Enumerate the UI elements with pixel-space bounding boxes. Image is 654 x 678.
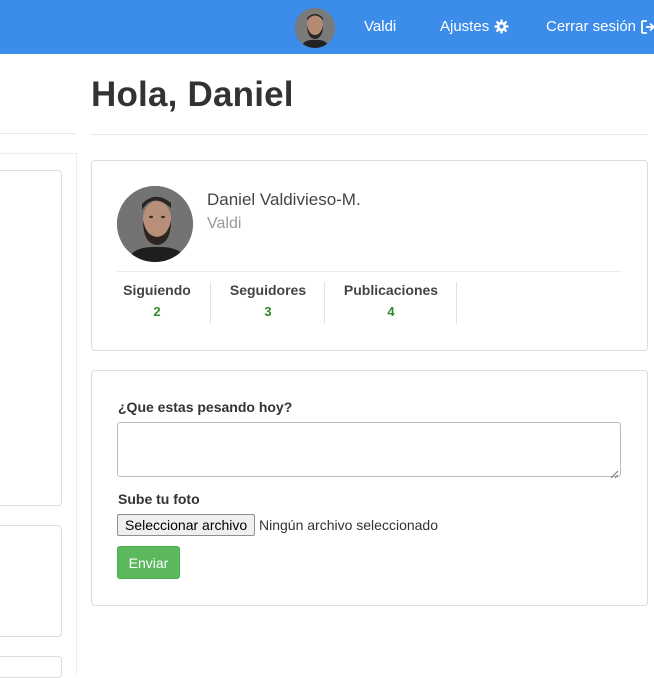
stat-value: 3: [264, 304, 272, 319]
file-status-text: Ningún archivo seleccionado: [259, 517, 438, 533]
left-sidebar-card: [0, 525, 62, 637]
stat-label: Seguidores: [229, 282, 307, 298]
nav-avatar[interactable]: [295, 8, 335, 48]
nav-logout-label: Cerrar sesión: [546, 18, 637, 35]
choose-file-button[interactable]: Seleccionar archivo: [117, 514, 256, 536]
stat-following[interactable]: Siguiendo 2: [117, 282, 197, 324]
stat-label: Siguiendo: [123, 282, 191, 298]
gear-icon: [494, 19, 509, 34]
stat-value: 4: [387, 304, 395, 319]
nav-logout-link[interactable]: Cerrar sesión: [546, 18, 654, 35]
profile-full-name: Daniel Valdivieso-M.: [207, 190, 361, 209]
stat-divider: [324, 282, 325, 324]
sign-out-icon: [641, 19, 654, 34]
title-divider: [91, 134, 647, 135]
stat-divider: [210, 282, 211, 324]
left-column-divider: [0, 133, 76, 134]
post-textarea[interactable]: [117, 422, 621, 477]
top-navbar: Valdi Ajustes Cerrar sesión: [0, 0, 654, 54]
nav-settings-link[interactable]: Ajustes: [440, 18, 509, 35]
page-title: Hola, Daniel: [91, 75, 294, 114]
post-question-label: ¿Que estas pesando hoy?: [118, 399, 293, 415]
profile-avatar[interactable]: [117, 186, 193, 262]
photo-upload-label: Sube tu foto: [118, 491, 200, 507]
left-sidebar-card: [0, 170, 62, 506]
stat-posts[interactable]: Publicaciones 4: [327, 282, 455, 324]
nav-username: Valdi: [364, 18, 397, 35]
submit-button[interactable]: Enviar: [117, 546, 180, 579]
profile-username: Valdi: [207, 215, 242, 232]
nav-username-link[interactable]: Valdi: [364, 18, 396, 35]
stat-label: Publicaciones: [343, 282, 439, 298]
post-form-card: ¿Que estas pesando hoy? Sube tu foto Sel…: [91, 370, 648, 606]
stat-value: 2: [153, 304, 161, 319]
left-sidebar-card: [0, 656, 62, 678]
profile-card: Daniel Valdivieso-M. Valdi Siguiendo 2 S…: [91, 160, 648, 351]
stat-divider: [456, 282, 457, 324]
nav-settings-label: Ajustes: [440, 18, 490, 35]
stat-followers[interactable]: Seguidores 3: [212, 282, 324, 324]
profile-divider: [117, 271, 622, 272]
resize-grip-icon[interactable]: [610, 466, 619, 479]
